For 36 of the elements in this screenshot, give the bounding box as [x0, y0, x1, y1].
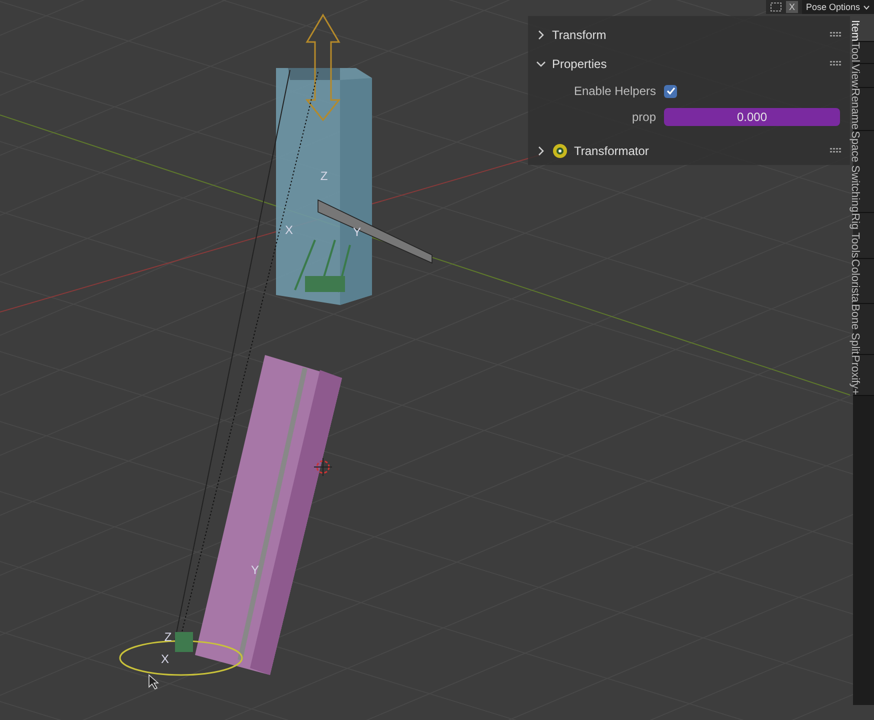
panel-header[interactable]: Transformator [536, 136, 842, 165]
axis-label: X [285, 223, 293, 237]
gear-eye-icon [552, 142, 568, 158]
sidebar-tab[interactable]: Rename [853, 88, 874, 131]
panel-header[interactable]: Transform [536, 20, 842, 49]
checkmark-icon [666, 86, 676, 96]
caret-icon [863, 4, 870, 10]
panel-title: Transform [552, 26, 606, 44]
field-label: Enable Helpers [572, 83, 657, 100]
axis-label: X [161, 652, 169, 666]
panel-title: Transformator [574, 142, 649, 160]
bone-select-icon[interactable] [770, 2, 782, 12]
panel-title: Properties [552, 56, 607, 72]
field-label: prop [630, 109, 657, 126]
close-toggle[interactable]: X [786, 1, 798, 13]
small-cube-drawing [175, 632, 193, 652]
axis-label: Y [251, 563, 259, 577]
chevron-right-icon [536, 146, 546, 156]
drag-handle-icon[interactable] [830, 32, 842, 37]
drag-handle-icon[interactable] [830, 148, 842, 153]
sidebar-tab[interactable]: View [853, 64, 874, 88]
axis-label: Y [353, 225, 361, 239]
chevron-right-icon [536, 30, 546, 40]
sidebar-tab[interactable]: Item [853, 20, 874, 42]
pose-options-menu[interactable]: Pose Options [802, 0, 874, 14]
sidebar-tab[interactable]: Colorista [853, 259, 874, 304]
drag-handle-icon[interactable] [830, 61, 842, 66]
checkbox[interactable] [664, 84, 677, 98]
axis-label: Z [320, 169, 328, 183]
panel-header[interactable]: Properties [536, 49, 842, 78]
number-field[interactable]: 0.000 [664, 108, 840, 126]
axis-label: Z [164, 630, 172, 644]
cursor-target-icon [314, 458, 332, 476]
sidebar-tab[interactable]: Tool [853, 42, 874, 64]
chevron-down-icon [536, 58, 546, 68]
mouse-pointer-icon [148, 674, 160, 690]
